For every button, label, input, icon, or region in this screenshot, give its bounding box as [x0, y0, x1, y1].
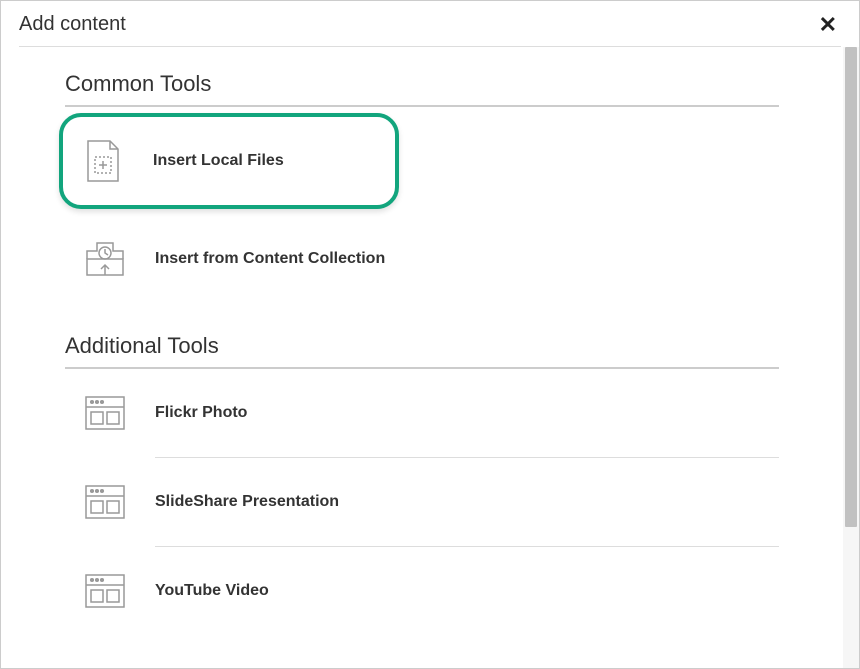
add-content-modal: Add content ✕ Common Tools	[0, 0, 860, 669]
item-label: SlideShare Presentation	[155, 493, 339, 511]
item-flickr-photo[interactable]: Flickr Photo	[155, 369, 779, 458]
scrollbar[interactable]	[843, 47, 859, 668]
browser-window-icon	[83, 569, 127, 613]
section-additional-tools: Additional Tools F	[65, 333, 779, 635]
item-insert-content-collection[interactable]: Insert from Content Collection	[65, 215, 779, 303]
modal-header: Add content ✕	[1, 1, 859, 46]
section-common-tools: Common Tools Insert Local Files	[65, 71, 779, 303]
item-insert-local-files[interactable]: Insert Local Files	[59, 113, 399, 209]
close-button[interactable]: ✕	[815, 14, 841, 36]
file-icon	[81, 139, 125, 183]
item-label: Insert Local Files	[153, 152, 284, 170]
modal-body: Common Tools Insert Local Files	[1, 47, 843, 668]
modal-title: Add content	[19, 13, 126, 36]
section-title-additional: Additional Tools	[65, 333, 779, 369]
scrollbar-thumb[interactable]	[845, 47, 857, 527]
item-youtube-video[interactable]: YouTube Video	[155, 547, 779, 635]
browser-window-icon	[83, 480, 127, 524]
item-slideshare-presentation[interactable]: SlideShare Presentation	[155, 458, 779, 547]
close-icon: ✕	[819, 12, 837, 37]
collection-icon	[83, 237, 127, 281]
item-label: YouTube Video	[155, 582, 269, 600]
browser-window-icon	[83, 391, 127, 435]
section-title-common: Common Tools	[65, 71, 779, 107]
item-label: Insert from Content Collection	[155, 250, 385, 268]
item-label: Flickr Photo	[155, 404, 247, 422]
modal-body-wrap: Common Tools Insert Local Files	[1, 47, 859, 668]
